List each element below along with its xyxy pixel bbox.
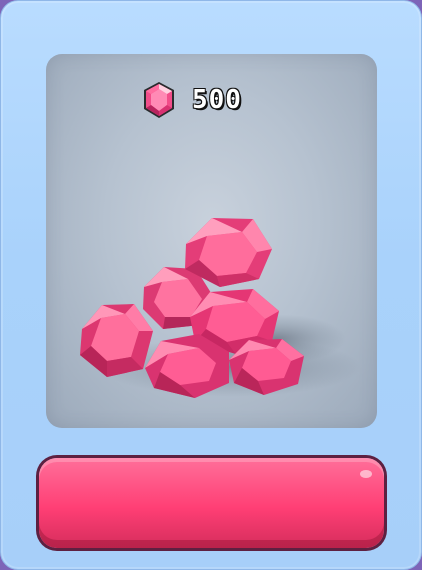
gem-offer-card: 500: [0, 0, 422, 570]
gem-art-panel: 500: [46, 54, 377, 428]
button-gloss: [360, 470, 372, 478]
purchase-button[interactable]: [39, 458, 384, 548]
gem-pile-image: [80, 218, 361, 398]
